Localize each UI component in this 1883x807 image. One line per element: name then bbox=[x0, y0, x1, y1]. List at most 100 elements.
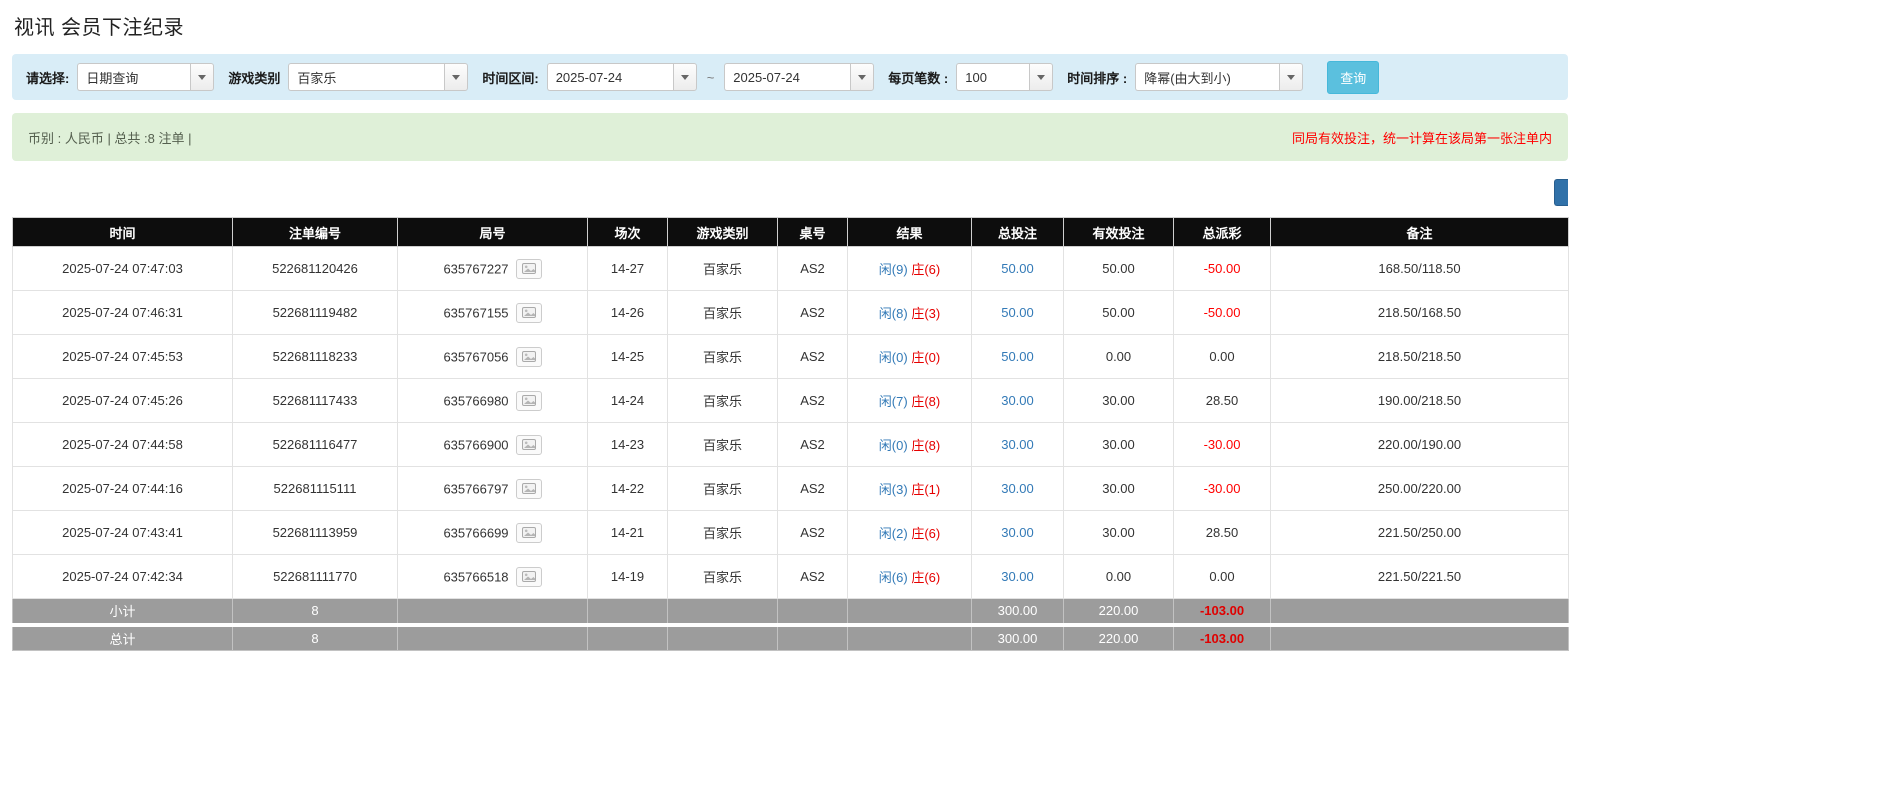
cell-valid-bet: 0.00 bbox=[1064, 555, 1174, 599]
cell-session: 14-24 bbox=[588, 379, 668, 423]
per-page-dropdown-button[interactable] bbox=[1029, 63, 1053, 91]
cell-round-id: 635766797 bbox=[398, 467, 588, 511]
cell-time: 2025-07-24 07:42:34 bbox=[13, 555, 233, 599]
chevron-down-icon bbox=[681, 75, 689, 80]
cell-result: 闲(0) 庄(0) bbox=[848, 335, 972, 379]
cell-payout: 28.50 bbox=[1174, 511, 1271, 555]
column-header-time: 时间 bbox=[13, 218, 233, 247]
cell-total-bet[interactable]: 50.00 bbox=[972, 335, 1064, 379]
video-replay-icon bbox=[522, 351, 536, 362]
cell-table-no: AS2 bbox=[778, 335, 848, 379]
cell-result: 闲(0) 庄(8) bbox=[848, 423, 972, 467]
cell-valid-bet: 50.00 bbox=[1064, 247, 1174, 291]
cell-time: 2025-07-24 07:45:26 bbox=[13, 379, 233, 423]
column-header-round-id: 局号 bbox=[398, 218, 588, 247]
cell-round-id: 635766518 bbox=[398, 555, 588, 599]
grand-total-valid-bet: 220.00 bbox=[1064, 625, 1174, 651]
grand-total-count: 8 bbox=[233, 625, 398, 651]
view-video-button[interactable] bbox=[516, 347, 542, 367]
cell-total-bet[interactable]: 30.00 bbox=[972, 467, 1064, 511]
cell-table-no: AS2 bbox=[778, 511, 848, 555]
cell-note: 250.00/220.00 bbox=[1271, 467, 1569, 511]
view-video-button[interactable] bbox=[516, 435, 542, 455]
cell-total-bet[interactable]: 30.00 bbox=[972, 423, 1064, 467]
cell-result: 闲(6) 庄(6) bbox=[848, 555, 972, 599]
cell-payout: 0.00 bbox=[1174, 335, 1271, 379]
cell-total-bet[interactable]: 30.00 bbox=[972, 379, 1064, 423]
query-button[interactable]: 查询 bbox=[1327, 61, 1379, 94]
cell-total-bet[interactable]: 50.00 bbox=[972, 247, 1064, 291]
cell-time: 2025-07-24 07:46:31 bbox=[13, 291, 233, 335]
table-footer: 小计 8 300.00 220.00 -103.00 总计 8 300.00 2… bbox=[13, 599, 1569, 651]
date-from-dropdown-button[interactable] bbox=[673, 63, 697, 91]
column-header-valid-bet: 有效投注 bbox=[1064, 218, 1174, 247]
cell-table-no: AS2 bbox=[778, 423, 848, 467]
table-row: 2025-07-24 07:44:16 522681115111 6357667… bbox=[13, 467, 1569, 511]
result-banker: 庄(3) bbox=[911, 306, 940, 321]
cell-payout: -50.00 bbox=[1174, 291, 1271, 335]
column-header-total-bet: 总投注 bbox=[972, 218, 1064, 247]
table-header-row: 时间 注单编号 局号 场次 游戏类别 桌号 结果 总投注 有效投注 总派彩 备注 bbox=[13, 218, 1569, 247]
per-page-input[interactable] bbox=[956, 63, 1029, 91]
column-header-payout: 总派彩 bbox=[1174, 218, 1271, 247]
result-player: 闲(3) bbox=[879, 482, 908, 497]
result-player: 闲(2) bbox=[879, 526, 908, 541]
cell-game-type: 百家乐 bbox=[668, 335, 778, 379]
cell-payout: -30.00 bbox=[1174, 467, 1271, 511]
time-sort-dropdown-button[interactable] bbox=[1279, 63, 1303, 91]
clipped-action-button[interactable] bbox=[1554, 179, 1568, 206]
view-video-button[interactable] bbox=[516, 567, 542, 587]
view-video-button[interactable] bbox=[516, 259, 542, 279]
cell-valid-bet: 50.00 bbox=[1064, 291, 1174, 335]
cell-total-bet[interactable]: 50.00 bbox=[972, 291, 1064, 335]
cell-round-id: 635767155 bbox=[398, 291, 588, 335]
cell-total-bet[interactable]: 30.00 bbox=[972, 555, 1064, 599]
summary-bar: 币别 : 人民币 | 总共 :8 注单 | 同局有效投注，统一计算在该局第一张注… bbox=[12, 113, 1568, 161]
cell-round-id: 635766699 bbox=[398, 511, 588, 555]
table-row: 2025-07-24 07:43:41 522681113959 6357666… bbox=[13, 511, 1569, 555]
cell-game-type: 百家乐 bbox=[668, 511, 778, 555]
game-type-dropdown-button[interactable] bbox=[444, 63, 468, 91]
cell-game-type: 百家乐 bbox=[668, 555, 778, 599]
view-video-button[interactable] bbox=[516, 391, 542, 411]
video-replay-icon bbox=[522, 527, 536, 538]
grand-total-row: 总计 8 300.00 220.00 -103.00 bbox=[13, 625, 1569, 651]
result-banker: 庄(6) bbox=[911, 570, 940, 585]
select-type-dropdown-button[interactable] bbox=[190, 63, 214, 91]
round-id-text: 635767056 bbox=[443, 349, 508, 364]
view-video-button[interactable] bbox=[516, 523, 542, 543]
date-to-input[interactable] bbox=[724, 63, 850, 91]
chevron-down-icon bbox=[858, 75, 866, 80]
select-type-input[interactable] bbox=[77, 63, 190, 91]
table-body: 2025-07-24 07:47:03 522681120426 6357672… bbox=[13, 247, 1569, 599]
view-video-button[interactable] bbox=[516, 303, 542, 323]
date-to-dropdown-button[interactable] bbox=[850, 63, 874, 91]
date-range-separator: ~ bbox=[705, 70, 717, 85]
table-row: 2025-07-24 07:46:31 522681119482 6357671… bbox=[13, 291, 1569, 335]
result-player: 闲(8) bbox=[879, 306, 908, 321]
subtotal-payout: -103.00 bbox=[1174, 599, 1271, 625]
cell-time: 2025-07-24 07:44:58 bbox=[13, 423, 233, 467]
time-sort-input[interactable] bbox=[1135, 63, 1279, 91]
subtotal-count: 8 bbox=[233, 599, 398, 625]
game-type-combobox bbox=[288, 63, 468, 91]
cell-result: 闲(3) 庄(1) bbox=[848, 467, 972, 511]
cell-note: 221.50/250.00 bbox=[1271, 511, 1569, 555]
currency-total-text: 币别 : 人民币 | 总共 :8 注单 | bbox=[28, 128, 192, 147]
game-type-input[interactable] bbox=[288, 63, 444, 91]
cell-result: 闲(2) 庄(6) bbox=[848, 511, 972, 555]
date-from-input[interactable] bbox=[547, 63, 673, 91]
per-page-label: 每页笔数 : bbox=[888, 68, 948, 87]
view-video-button[interactable] bbox=[516, 479, 542, 499]
cell-bet-id: 522681117433 bbox=[233, 379, 398, 423]
cell-session: 14-23 bbox=[588, 423, 668, 467]
cell-total-bet[interactable]: 30.00 bbox=[972, 511, 1064, 555]
video-replay-icon bbox=[522, 571, 536, 582]
round-id-text: 635766980 bbox=[443, 393, 508, 408]
round-id-text: 635767227 bbox=[443, 261, 508, 276]
round-id-text: 635766900 bbox=[443, 437, 508, 452]
chevron-down-icon bbox=[1037, 75, 1045, 80]
time-sort-combobox bbox=[1135, 63, 1303, 91]
cell-payout: -50.00 bbox=[1174, 247, 1271, 291]
cell-bet-id: 522681115111 bbox=[233, 467, 398, 511]
